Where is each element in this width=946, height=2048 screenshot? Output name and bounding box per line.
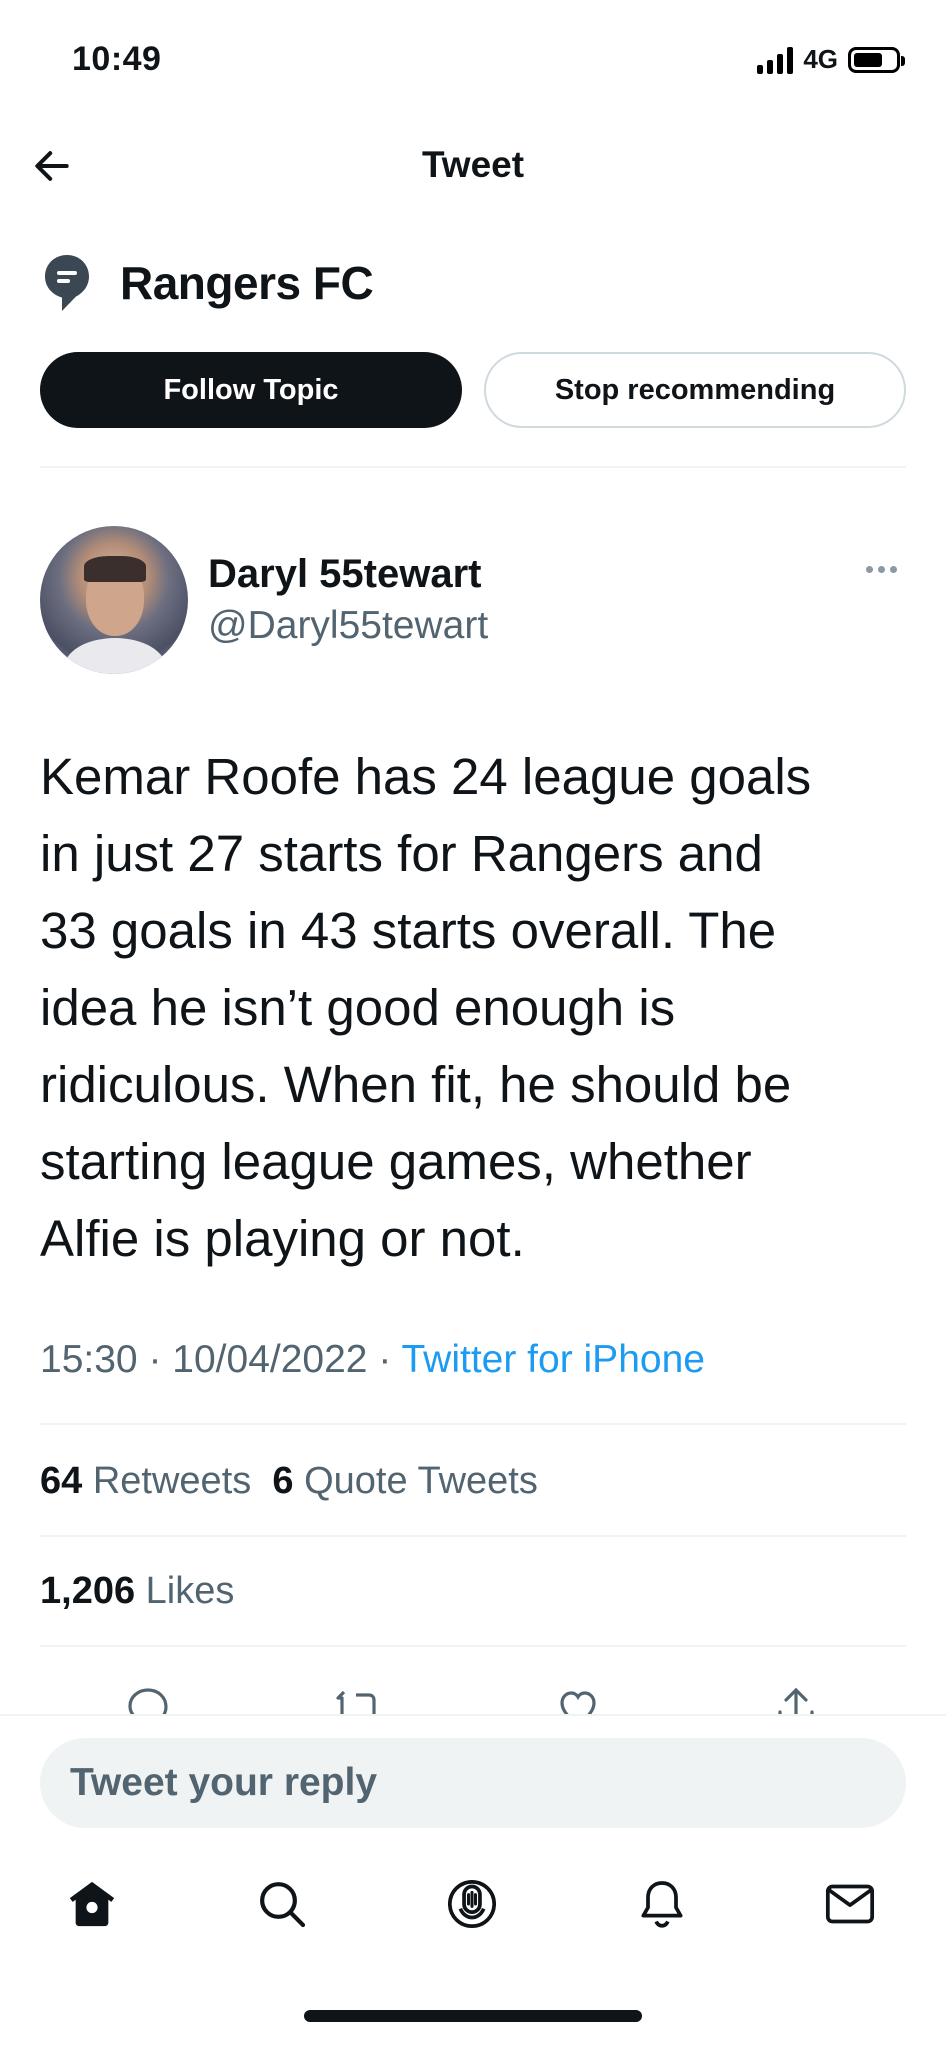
retweets-label: Retweets [92, 1460, 252, 1502]
retweet-stats: 64 Retweets 6 Quote Tweets [40, 1460, 538, 1503]
reply-input[interactable]: Tweet your reply [40, 1738, 906, 1828]
tweet-date: 10/04/2022 [172, 1338, 368, 1381]
heart-icon[interactable] [554, 1684, 602, 1714]
tweet-text-line: Kemar Roofe has 24 league goals [40, 748, 812, 805]
tweet-text-line: in just 27 starts for Rangers and [40, 825, 763, 882]
tweet-time: 15:30 [40, 1338, 138, 1381]
author-handle[interactable]: @Daryl55tewart [208, 604, 488, 648]
tweet-text: Kemar Roofe has 24 league goals in just … [40, 738, 920, 1277]
tweet-source-link[interactable]: Twitter for iPhone [401, 1338, 704, 1381]
signal-icon [757, 46, 794, 74]
retweets-count: 64 [40, 1460, 83, 1502]
author-name[interactable]: Daryl 55tewart [208, 552, 481, 597]
tweet-text-line: Alfie is playing or not. [40, 1210, 525, 1267]
tweet-actions [0, 1684, 946, 1714]
divider [40, 1535, 906, 1537]
meta-separator: · [148, 1338, 162, 1381]
retweet-icon[interactable] [334, 1684, 382, 1714]
topic-icon [44, 254, 90, 312]
follow-topic-button[interactable]: Follow Topic [40, 352, 462, 428]
home-indicator[interactable] [304, 2010, 642, 2022]
network-label: 4G [803, 44, 838, 74]
quotes-count: 6 [272, 1460, 294, 1502]
page-title: Tweet [421, 144, 525, 185]
spaces-icon[interactable] [444, 1876, 500, 1932]
mail-icon[interactable] [822, 1876, 878, 1932]
likes-label: Likes [145, 1570, 235, 1612]
tweet-text-line: ridiculous. When fit, he should be [40, 1056, 792, 1113]
likes-link[interactable]: 1,206 Likes [40, 1570, 234, 1613]
divider [40, 1423, 906, 1425]
topic-name: Rangers FC [120, 257, 374, 309]
reply-icon[interactable] [124, 1684, 172, 1714]
search-icon[interactable] [254, 1876, 310, 1932]
quote-tweets-link[interactable]: 6 Quote Tweets [272, 1460, 537, 1502]
tweet-text-line: starting league games, whether [40, 1133, 752, 1190]
retweets-link[interactable]: 64 Retweets [40, 1460, 251, 1502]
more-icon[interactable] [866, 566, 897, 573]
meta-separator: · [378, 1338, 392, 1381]
stop-recommending-button[interactable]: Stop recommending [484, 352, 906, 428]
share-icon[interactable] [772, 1684, 820, 1714]
likes-count: 1,206 [40, 1570, 136, 1612]
tweet-text-line: idea he isn’t good enough is [40, 979, 676, 1036]
status-time: 10:49 [72, 40, 162, 78]
avatar[interactable] [40, 526, 188, 674]
battery-icon [848, 46, 905, 73]
bell-icon[interactable] [634, 1876, 690, 1932]
status-indicators: 4G [757, 44, 905, 75]
home-icon[interactable] [64, 1876, 120, 1932]
tweet-meta: 15:30 · 10/04/2022 · Twitter for iPhone [40, 1338, 705, 1382]
quotes-label: Quote Tweets [304, 1460, 538, 1502]
tweet-text-line: 33 goals in 43 starts overall. The [40, 902, 777, 959]
divider [40, 466, 906, 468]
divider [40, 1645, 906, 1647]
